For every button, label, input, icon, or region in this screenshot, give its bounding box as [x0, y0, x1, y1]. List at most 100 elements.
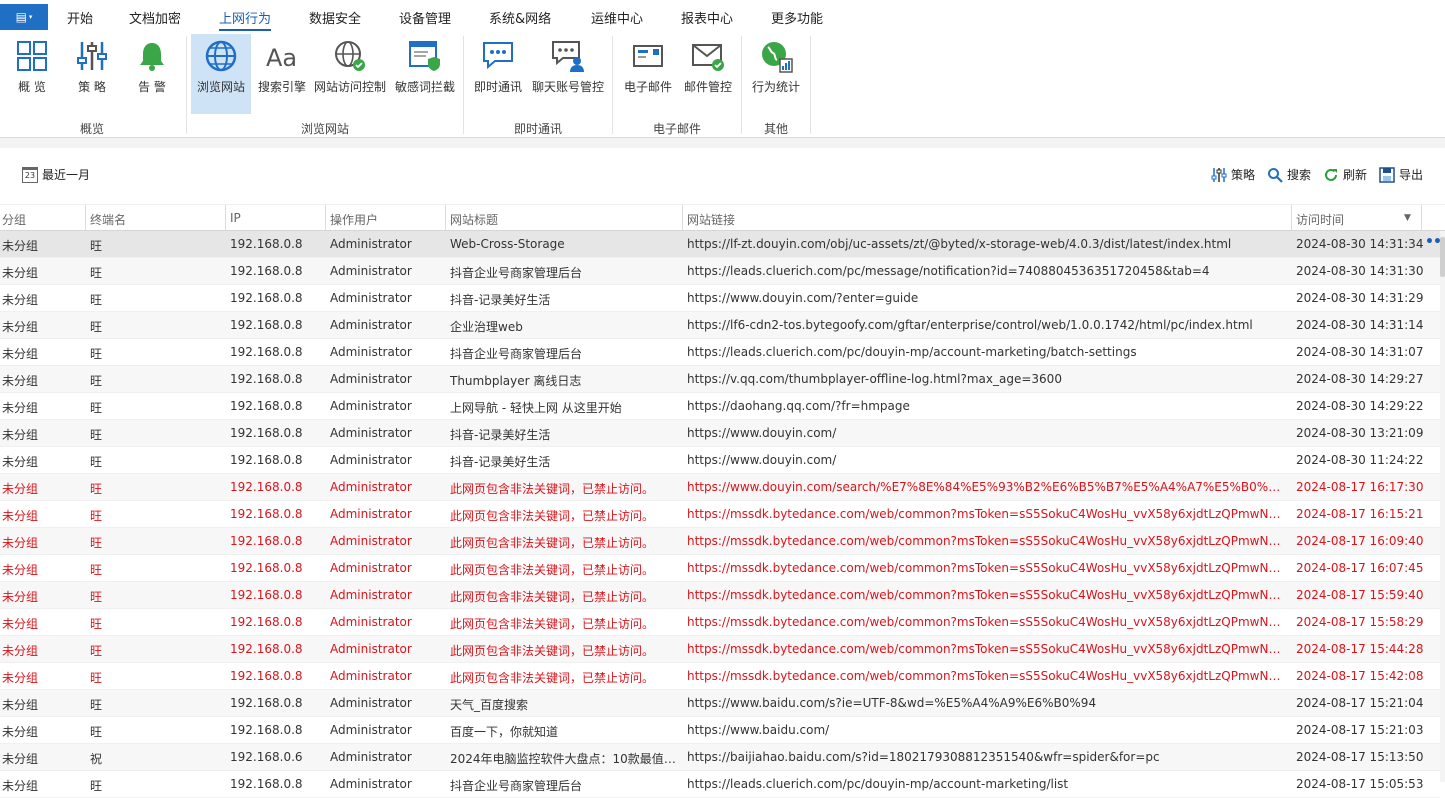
browser-shield-icon — [407, 38, 443, 74]
menu-item-3[interactable]: 数据安全 — [309, 8, 361, 27]
column-resize-handle[interactable] — [325, 205, 326, 231]
column-header[interactable]: 网站标题 — [450, 211, 498, 228]
column-header[interactable]: IP — [230, 211, 241, 225]
refresh-button[interactable]: 刷新 — [1323, 166, 1367, 183]
table-row[interactable]: 未分组 旺 192.168.0.8 Administrator 抖音企业号商家管理后台 h… — [0, 771, 1440, 798]
table-row[interactable]: 未分组 旺 192.168.0.8 Administrator 抖音-记录美好生活 htt… — [0, 420, 1440, 447]
date-range-button[interactable]: 23 最近一月 — [22, 166, 90, 183]
menu-item-7[interactable]: 报表中心 — [681, 8, 733, 27]
ribbon-button-2[interactable]: 告 警 — [124, 34, 180, 114]
user-cell: Administrator — [330, 318, 412, 332]
table-row[interactable]: 未分组 旺 192.168.0.8 Administrator 上网导航 - 轻快上网 … — [0, 393, 1440, 420]
group-cell: 未分组 — [2, 428, 39, 442]
vertical-scrollbar[interactable] — [1440, 231, 1445, 782]
ribbon-button-3[interactable]: 浏览网站 — [191, 34, 251, 114]
table-row[interactable]: 未分组 旺 192.168.0.8 Administrator 此网页包含非法关键词，已… — [0, 528, 1440, 555]
url-cell: https://mssdk.bytedance.com/web/common?m… — [687, 534, 1285, 548]
menu-item-0[interactable]: 开始 — [67, 8, 93, 27]
column-header[interactable]: 操作用户 — [330, 211, 378, 228]
menu-item-2[interactable]: 上网行为 — [219, 8, 272, 31]
terminal-cell: 旺 — [90, 509, 103, 523]
ribbon-button-9[interactable]: 电子邮件 — [618, 34, 678, 114]
export-button[interactable]: 导出 — [1379, 166, 1423, 183]
title-cell: 此网页包含非法关键词，已禁止访问。 — [450, 644, 655, 658]
time-cell: 2024-08-17 15:42:08 — [1296, 669, 1424, 683]
ribbon-button-8[interactable]: 聊天账号管控 — [528, 34, 608, 114]
title-cell: 此网页包含非法关键词，已禁止访问。 — [450, 509, 655, 523]
terminal-cell: 旺 — [90, 590, 103, 604]
policy-label: 策略 — [1230, 168, 1255, 182]
column-resize-handle[interactable] — [225, 205, 226, 231]
menu-item-5[interactable]: 系统&网络 — [489, 8, 551, 27]
table-row[interactable]: 未分组 旺 192.168.0.8 Administrator Thumbplayer … — [0, 366, 1440, 393]
ribbon-button-1[interactable]: 策 略 — [64, 34, 120, 114]
table-row[interactable]: 未分组 旺 192.168.0.8 Administrator 抖音-记录美好生活 htt… — [0, 285, 1440, 312]
url-cell: https://leads.cluerich.com/pc/message/no… — [687, 264, 1210, 278]
column-header[interactable]: 终端名 — [90, 211, 126, 228]
menu-item-1[interactable]: 文档加密 — [129, 8, 181, 27]
time-cell: 2024-08-17 16:15:21 — [1296, 507, 1424, 521]
table-row[interactable]: 未分组 旺 192.168.0.8 Administrator 抖音-记录美好生活 htt… — [0, 447, 1440, 474]
ip-cell: 192.168.0.8 — [230, 264, 303, 278]
table-row[interactable]: 未分组 旺 192.168.0.8 Administrator 此网页包含非法关键词，已… — [0, 474, 1440, 501]
ribbon-button-label: 搜索引擎 — [257, 80, 306, 94]
ribbon-button-10[interactable]: 邮件管控 — [678, 34, 738, 114]
ribbon-button-4[interactable]: Aa 搜索引擎 — [254, 34, 310, 114]
app-menu-button[interactable]: ▤ ▾ — [0, 4, 48, 30]
terminal-cell: 旺 — [90, 698, 103, 712]
title-cell: 天气_百度搜索 — [450, 698, 529, 712]
ribbon-button-0[interactable]: 概 览 — [4, 34, 60, 114]
table-row[interactable]: 未分组 旺 192.168.0.8 Administrator 天气_百度搜索 https… — [0, 690, 1440, 717]
ribbon-button-7[interactable]: 即时通讯 — [470, 34, 526, 114]
terminal-cell: 旺 — [90, 347, 103, 361]
menu-item-8[interactable]: 更多功能 — [771, 8, 823, 27]
menu-item-4[interactable]: 设备管理 — [399, 8, 451, 27]
dashboard-grid-icon — [14, 38, 50, 74]
ribbon-button-6[interactable]: 敏感词拦截 — [393, 34, 457, 114]
table-row[interactable]: 未分组 旺 192.168.0.8 Administrator 此网页包含非法关键词，已… — [0, 555, 1440, 582]
column-resize-handle[interactable] — [85, 205, 86, 231]
column-header[interactable]: 网站链接 — [687, 211, 735, 228]
column-resize-handle[interactable] — [445, 205, 446, 231]
search-button[interactable]: 搜索 — [1267, 166, 1311, 183]
url-cell: https://mssdk.bytedance.com/web/common?m… — [687, 507, 1285, 521]
title-cell: 上网导航 - 轻快上网 从这里开始 — [450, 401, 622, 415]
table-row[interactable]: 未分组 旺 192.168.0.8 Administrator 抖音企业号商家管理后台 h… — [0, 258, 1440, 285]
user-cell: Administrator — [330, 561, 412, 575]
table-row[interactable]: 未分组 旺 192.168.0.8 Administrator 抖音企业号商家管理后台 h… — [0, 339, 1440, 366]
group-cell: 未分组 — [2, 698, 39, 712]
ribbon-button-11[interactable]: 行为统计 — [748, 34, 804, 114]
table-row[interactable]: 未分组 旺 192.168.0.8 Administrator 此网页包含非法关键词，已… — [0, 582, 1440, 609]
title-cell: 2024年电脑监控软件大盘点：10款最值得推荐 — [450, 752, 678, 766]
calendar-icon: 23 — [22, 166, 38, 183]
email-icon — [630, 38, 666, 74]
ribbon-group-separator — [186, 36, 187, 134]
url-cell: https://www.douyin.com/?enter=guide — [687, 291, 919, 305]
table-row[interactable]: 未分组 旺 192.168.0.8 Administrator 企业治理web https… — [0, 312, 1440, 339]
table-row[interactable]: 未分组 旺 192.168.0.8 Administrator 此网页包含非法关键词，已… — [0, 501, 1440, 528]
column-header[interactable]: 分组 — [2, 211, 26, 228]
column-header[interactable]: 访问时间 — [1296, 211, 1344, 228]
scrollbar-thumb[interactable] — [1440, 237, 1445, 277]
user-cell: Administrator — [330, 669, 412, 683]
table-row[interactable]: 未分组 旺 192.168.0.8 Administrator 百度一下，你就知道 htt… — [0, 717, 1440, 744]
table-row[interactable]: 未分组 旺 192.168.0.8 Administrator 此网页包含非法关键词，已… — [0, 663, 1440, 690]
ribbon-button-5[interactable]: 网站访问控制 — [312, 34, 388, 114]
group-cell: 未分组 — [2, 644, 39, 658]
user-cell: Administrator — [330, 237, 412, 251]
terminal-cell: 旺 — [90, 617, 103, 631]
title-cell: 此网页包含非法关键词，已禁止访问。 — [450, 617, 655, 631]
sort-desc-icon[interactable]: ▼ — [1404, 213, 1411, 223]
table-row[interactable]: 未分组 旺 192.168.0.8 Administrator 此网页包含非法关键词，已… — [0, 636, 1440, 663]
group-cell: 未分组 — [2, 401, 39, 415]
column-resize-handle[interactable] — [1291, 205, 1292, 231]
column-resize-handle[interactable] — [682, 205, 683, 231]
column-resize-handle[interactable] — [1421, 205, 1422, 231]
policy-button[interactable]: 策略 — [1211, 166, 1255, 183]
table-row[interactable]: 未分组 旺 192.168.0.8 Administrator 此网页包含非法关键词，已… — [0, 609, 1440, 636]
chevron-down-icon: ▾ — [28, 13, 33, 21]
title-cell: Web-Cross-Storage — [450, 237, 565, 251]
table-row[interactable]: 未分组 祝 192.168.0.6 Administrator 2024年电脑监控软件大… — [0, 744, 1440, 771]
menu-item-6[interactable]: 运维中心 — [591, 8, 643, 27]
table-row[interactable]: 未分组 旺 192.168.0.8 Administrator Web-Cross-St… — [0, 231, 1440, 258]
